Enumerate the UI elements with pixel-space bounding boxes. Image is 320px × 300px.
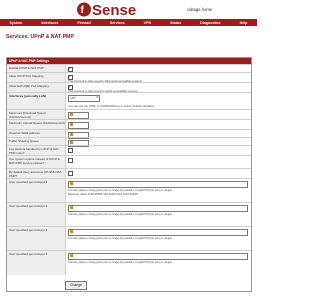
label-max-up: Maximum Upload Speed (Kilobits/second) [9, 121, 65, 125]
perm2-input[interactable] [68, 204, 248, 212]
row-perm3: User specified permissions 3 Format: [al… [7, 226, 251, 251]
logo-text: Sense [92, 2, 136, 19]
label-allow-natpmp: Allow NAT-PMP Port Mapping [9, 84, 49, 88]
nav-system[interactable]: System [10, 21, 23, 25]
nav-help[interactable]: Help [240, 21, 248, 25]
sysuptime-checkbox[interactable] [68, 158, 73, 163]
label-allow-upnp: Allow UPnP Port Mapping [9, 74, 44, 78]
label-perm2: User specified permissions 2 [9, 204, 48, 208]
row-sysuptime: Use system uptime instead of UPnP & NAT-… [7, 155, 251, 169]
help-interfaces: You can use the CTRL or COMMAND key to s… [68, 104, 156, 108]
help-perm1-example: Example: allow 1024-65535 192.168.0.0/24… [68, 192, 138, 196]
page-title: Services: UPnP & NAT-PMP [6, 34, 74, 40]
row-perm4: User specified permissions 4 Format: [al… [7, 250, 251, 275]
help-perm2-format: Format: [allow or deny] [ext port or ran… [68, 212, 172, 216]
nav-services[interactable]: Services [110, 21, 125, 25]
header: f Sense voltage.home [0, 0, 257, 19]
max-upload-input[interactable] [68, 121, 89, 129]
interfaces-select[interactable]: LAN [68, 94, 100, 102]
hostname: voltage.home [187, 7, 213, 12]
help-perm3-format: Format: [allow or deny] [ext port or ran… [68, 236, 172, 240]
label-sysuptime: Use system uptime instead of UPnP & NAT-… [9, 157, 60, 165]
nav-interfaces[interactable]: Interfaces [41, 21, 58, 25]
row-interfaces: Interfaces (generally LAN) LAN You can u… [7, 92, 251, 110]
top-nav: System Interfaces Firewall Services VPN … [0, 19, 257, 26]
label-traffic-queue: Traffic Shaping Queue [9, 139, 39, 143]
log-packets-checkbox[interactable] [68, 148, 73, 153]
perm3-input[interactable] [68, 228, 248, 236]
row-perm2: User specified permissions 2 Format: [al… [7, 202, 251, 227]
label-perm1: User specified permissions 1 [9, 180, 48, 184]
nav-status[interactable]: Status [170, 21, 181, 25]
label-interfaces: Interfaces (generally LAN) [9, 94, 47, 98]
label-perm4: User specified permissions 4 [9, 252, 48, 256]
deny-default-checkbox[interactable] [68, 171, 73, 176]
help-perm4-format: Format: [allow or deny] [ext port or ran… [68, 260, 172, 264]
perm4-input[interactable] [68, 252, 248, 260]
change-button[interactable]: Change [65, 281, 87, 290]
perm1-input[interactable] [68, 180, 248, 188]
label-enable: Enable UPnP & NAT-PMP [9, 66, 44, 70]
panel-title: UPnP & NAT-PMP Settings [9, 59, 50, 63]
nav-firewall[interactable]: Firewall [77, 21, 90, 25]
nav-vpn[interactable]: VPN [144, 21, 151, 25]
label-perm3: User specified permissions 3 [9, 228, 48, 232]
settings-panel: UPnP & NAT-PMP Settings Enable UPnP & NA… [6, 57, 252, 292]
row-perm1: User specified permissions 1 Format: [al… [7, 178, 251, 203]
max-download-input[interactable] [68, 111, 89, 119]
pfsense-logo: f Sense [77, 2, 136, 19]
nav-diagnostics[interactable]: Diagnostics [200, 21, 220, 25]
label-override-wan: Override WAN address [9, 131, 40, 135]
